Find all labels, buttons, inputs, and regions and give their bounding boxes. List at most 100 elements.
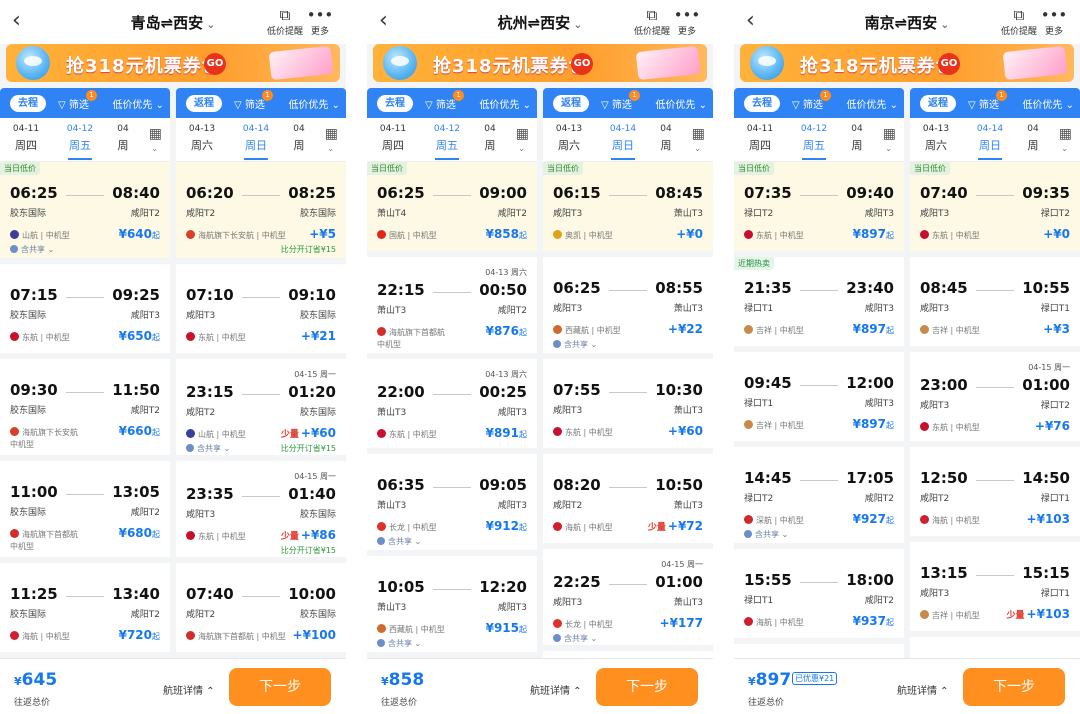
flight-row[interactable]: 09:45 12:00 禄口T1 咸阳T3 吉祥 | 中机型 ¥897起 xyxy=(734,352,904,447)
date-tab[interactable]: 04-12 周五 xyxy=(792,124,836,160)
next-step-button[interactable]: 下一步 xyxy=(963,668,1065,706)
date-tab[interactable]: 04-11 周四 xyxy=(4,124,48,153)
flight-row[interactable]: 14:0516:05 xyxy=(910,637,1080,658)
date-tab[interactable]: 04-14 周日 xyxy=(234,124,278,160)
price-value: 86 xyxy=(319,528,336,542)
low-price-alert-button[interactable]: ⧉ 低价提醒 xyxy=(632,6,672,37)
sort-dropdown[interactable]: 低价优先 ⌄ xyxy=(288,96,340,111)
flight-row[interactable]: 11:25 13:40 胶东国际 咸阳T2 海航 | 中机型 ¥720起 xyxy=(0,563,170,658)
flight-row[interactable]: 06:25 08:55 咸阳T3 萧山T3 西藏航 | 中机型 含共享 ⌄ +¥22 xyxy=(543,257,713,359)
codeshare-toggle[interactable]: 含共享 ⌄ xyxy=(186,443,230,454)
coupon-banner[interactable]: 抢318元机票券包 GO xyxy=(373,44,707,82)
calendar-icon[interactable]: ▦ xyxy=(325,126,338,142)
flight-row[interactable]: 07:10 09:10 咸阳T3 胶东国际 东航 | 中机型 +¥21 xyxy=(176,264,346,359)
flight-row[interactable]: 当日低价 07:40 09:35 咸阳T3 禄口T2 东航 | 中机型 +¥0 xyxy=(910,162,1080,257)
flight-row[interactable]: 04-15 周一 23:00 01:00 咸阳T3 禄口T2 东航 | 中机型 +¥76 xyxy=(910,352,1080,447)
flight-row[interactable]: 15:55 18:00 禄口T1 咸阳T2 海航 | 中机型 ¥937起 xyxy=(734,549,904,644)
outbound-tab[interactable]: 去程 xyxy=(377,95,413,112)
filter-button[interactable]: ▽ 筛选 1 xyxy=(968,90,1007,111)
return-tab[interactable]: 返程 xyxy=(186,95,222,112)
outbound-tab[interactable]: 去程 xyxy=(10,95,46,112)
outbound-tab[interactable]: 去程 xyxy=(744,95,780,112)
banner-go-button[interactable]: GO xyxy=(571,53,593,75)
date-tab[interactable]: 04-11 周四 xyxy=(371,124,415,153)
flight-row[interactable]: 08:20 10:50 咸阳T2 萧山T3 海航 | 中机型 少量 +¥72 xyxy=(543,454,713,549)
date-tab[interactable]: 04-12 周五 xyxy=(425,124,469,160)
flight-row[interactable]: 当日低价 06:15 08:45 咸阳T3 萧山T3 奥凯 | 中机型 +¥0 xyxy=(543,162,713,257)
low-price-alert-button[interactable]: ⧉ 低价提醒 xyxy=(999,6,1039,37)
date-tab[interactable]: 04 周 xyxy=(1022,124,1044,153)
date-tab[interactable]: 04-13 周六 xyxy=(914,124,958,153)
date-tab[interactable]: 04 周 xyxy=(846,124,868,153)
sort-dropdown[interactable]: 低价优先 ⌄ xyxy=(112,96,164,111)
codeshare-toggle[interactable]: 含共享 ⌄ xyxy=(744,529,788,540)
calendar-icon[interactable]: ▦ xyxy=(1059,126,1072,142)
sort-dropdown[interactable]: 低价优先 ⌄ xyxy=(1022,96,1074,111)
flight-row[interactable]: 04-13 周六 22:15 00:50 萧山T3 咸阳T2 海航旗下首都航 中机型 ¥876… xyxy=(367,257,537,359)
date-tab[interactable]: 04-13 周六 xyxy=(180,124,224,153)
filter-button[interactable]: ▽ 筛选 1 xyxy=(792,90,831,111)
flight-row[interactable]: 04-15 周一 22:25 01:00 咸阳T3 萧山T3 长龙 | 中机型 含共享 ⌄ +… xyxy=(543,549,713,651)
codeshare-toggle[interactable]: 含共享 ⌄ xyxy=(10,244,54,255)
next-step-button[interactable]: 下一步 xyxy=(596,668,698,706)
flight-row[interactable]: 当日低价 06:25 09:00 萧山T4 咸阳T2 国航 | 中机型 ¥858起 xyxy=(367,162,537,257)
flight-details-toggle[interactable]: 航班详情 ⌃ xyxy=(530,682,582,697)
date-tab[interactable]: 04 周 xyxy=(655,124,677,153)
calendar-icon[interactable]: ▦ xyxy=(883,126,896,142)
codeshare-toggle[interactable]: 含共享 ⌄ xyxy=(377,638,421,649)
flight-details-toggle[interactable]: 航班详情 ⌃ xyxy=(897,682,949,697)
return-tab[interactable]: 返程 xyxy=(553,95,589,112)
flight-row[interactable]: 06:35 09:05 萧山T3 咸阳T3 长龙 | 中机型 含共享 ⌄ ¥912起 xyxy=(367,454,537,556)
coupon-banner[interactable]: 抢318元机票券包 GO xyxy=(6,44,340,82)
filter-button[interactable]: ▽ 筛选 1 xyxy=(601,90,640,111)
more-button[interactable]: ••• 更多 xyxy=(667,6,707,37)
date-tab[interactable]: 04-14 周日 xyxy=(968,124,1012,160)
airline-name: 东航 xyxy=(756,231,772,240)
flight-row[interactable]: 11:00 13:05 胶东国际 咸阳T2 海航旗下首都航 中机型 ¥680起 xyxy=(0,461,170,563)
sort-dropdown[interactable]: 低价优先 ⌄ xyxy=(846,96,898,111)
flight-details-toggle[interactable]: 航班详情 ⌃ xyxy=(163,682,215,697)
date-tab[interactable]: 04-14 周日 xyxy=(601,124,645,160)
flight-row[interactable]: 07:40 10:00 咸阳T2 胶东国际 海航旗下首都航 | 中机型 +¥100 xyxy=(176,563,346,658)
date-tab[interactable]: 04 周 xyxy=(112,124,134,153)
flight-row[interactable]: 10:05 12:20 萧山T3 咸阳T3 西藏航 | 中机型 含共享 ⌄ ¥915起 xyxy=(367,556,537,658)
flight-row[interactable]: 当日低价 07:35 09:40 禄口T2 咸阳T3 东航 | 中机型 ¥897起 xyxy=(734,162,904,257)
flight-row[interactable]: 13:15 15:15 咸阳T3 禄口T1 吉祥 | 中机型 少量 +¥103 xyxy=(910,542,1080,637)
filter-button[interactable]: ▽ 筛选 1 xyxy=(425,90,464,111)
flight-row[interactable]: 06:20 08:25 咸阳T2 胶东国际 海航旗下长安航 | 中机型 +¥5 比分开订省¥… xyxy=(176,162,346,264)
calendar-icon[interactable]: ▦ xyxy=(516,126,529,142)
filter-button[interactable]: ▽ 筛选 1 xyxy=(234,90,273,111)
return-tab[interactable]: 返程 xyxy=(920,95,956,112)
calendar-icon[interactable]: ▦ xyxy=(692,126,705,142)
codeshare-toggle[interactable]: 含共享 ⌄ xyxy=(377,536,421,547)
flight-row[interactable]: 14:45 17:05 禄口T2 咸阳T2 深航 | 中机型 含共享 ⌄ ¥927起 xyxy=(734,447,904,549)
next-step-button[interactable]: 下一步 xyxy=(229,668,331,706)
filter-button[interactable]: ▽ 筛选 1 xyxy=(58,90,97,111)
codeshare-toggle[interactable]: 含共享 ⌄ xyxy=(553,633,597,644)
codeshare-toggle[interactable]: 含共享 ⌄ xyxy=(553,339,597,350)
flight-row[interactable]: 04-15 周一 23:35 01:40 咸阳T3 胶东国际 东航 | 中机型 少量 +¥86… xyxy=(176,461,346,563)
flight-row[interactable]: 07:15 09:25 胶东国际 咸阳T3 东航 | 中机型 ¥650起 xyxy=(0,264,170,359)
flight-row[interactable]: 09:30 11:50 胶东国际 咸阳T2 海航旗下长安航 中机型 ¥660起 xyxy=(0,359,170,461)
date-tab[interactable]: 04 周 xyxy=(479,124,501,153)
banner-go-button[interactable]: GO xyxy=(938,53,960,75)
date-tab[interactable]: 04 周 xyxy=(288,124,310,153)
banner-go-button[interactable]: GO xyxy=(204,53,226,75)
flight-row[interactable]: 04-13 周六 22:00 00:25 萧山T3 咸阳T3 东航 | 中机型 ¥891起 xyxy=(367,359,537,454)
flight-row[interactable]: 08:45 10:55 咸阳T3 禄口T1 吉祥 | 中机型 +¥3 xyxy=(910,257,1080,352)
calendar-icon[interactable]: ▦ xyxy=(149,126,162,142)
flight-row[interactable]: 12:50 14:50 咸阳T2 禄口T1 海航 | 中机型 +¥103 xyxy=(910,447,1080,542)
flight-row[interactable]: 04-15 周一 23:15 01:20 咸阳T2 胶东国际 山航 | 中机型 含共享 ⌄ 少… xyxy=(176,359,346,461)
more-button[interactable]: ••• 更多 xyxy=(300,6,340,37)
flight-row[interactable]: 近期热卖 21:35 23:40 禄口T1 咸阳T3 吉祥 | 中机型 ¥897起 xyxy=(734,257,904,352)
coupon-banner[interactable]: 抢318元机票券包 GO xyxy=(740,44,1074,82)
date-tab[interactable]: 04-13 周六 xyxy=(547,124,591,153)
sort-dropdown[interactable]: 低价优先 ⌄ xyxy=(655,96,707,111)
flight-row[interactable]: 当日低价 06:25 08:40 胶东国际 咸阳T2 山航 | 中机型 含共享 ⌄ ¥640起 xyxy=(0,162,170,264)
date-tab[interactable]: 04-12 周五 xyxy=(58,124,102,160)
sort-dropdown[interactable]: 低价优先 ⌄ xyxy=(479,96,531,111)
low-price-alert-button[interactable]: ⧉ 低价提醒 xyxy=(265,6,305,37)
date-tab[interactable]: 04-11 周四 xyxy=(738,124,782,153)
flight-row[interactable]: 07:55 10:30 咸阳T3 萧山T3 东航 | 中机型 +¥60 xyxy=(543,359,713,454)
more-button[interactable]: ••• 更多 xyxy=(1034,6,1074,37)
